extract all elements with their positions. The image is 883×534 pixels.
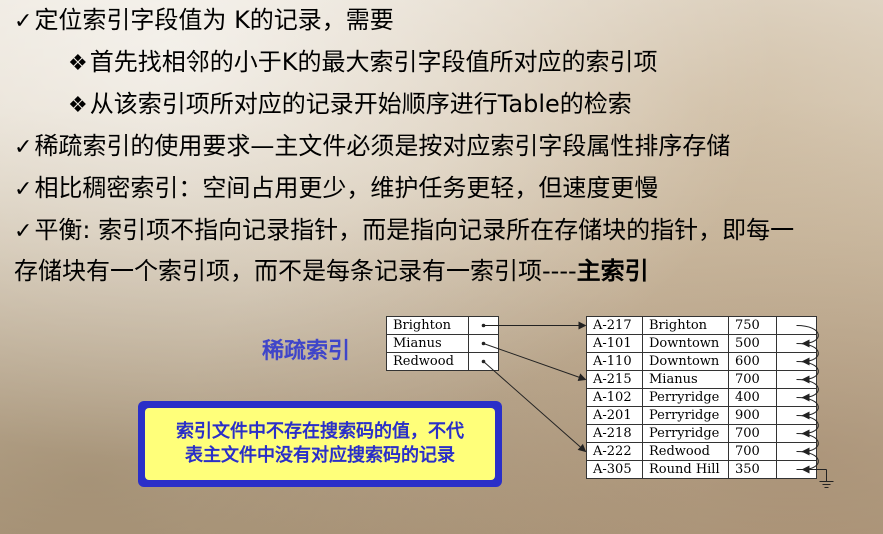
- slide: ✓定位索引字段值为 K的记录，需要 ❖首先找相邻的小于K的最大索引字段值所对应的…: [0, 0, 883, 534]
- index-pointer-arrow: [483, 343, 587, 381]
- record-chain-arrow: [796, 433, 819, 456]
- record-chain-arrow: [796, 379, 819, 402]
- record-chain-arrow: [796, 325, 819, 348]
- pointer-origin-dot: [481, 323, 486, 328]
- record-chain-arrow: [796, 451, 819, 474]
- pointer-arrows: [481, 321, 834, 488]
- record-chain-arrow: [796, 361, 819, 384]
- index-pointer-arrow: [483, 361, 587, 453]
- pointer-origin-dot: [481, 359, 486, 364]
- record-chain-arrow: [796, 397, 819, 420]
- pointer-origin-dot: [481, 341, 486, 346]
- null-pointer-ground-icon: [796, 469, 834, 488]
- record-chain-arrow: [796, 343, 819, 366]
- record-chain-arrow: [796, 415, 819, 438]
